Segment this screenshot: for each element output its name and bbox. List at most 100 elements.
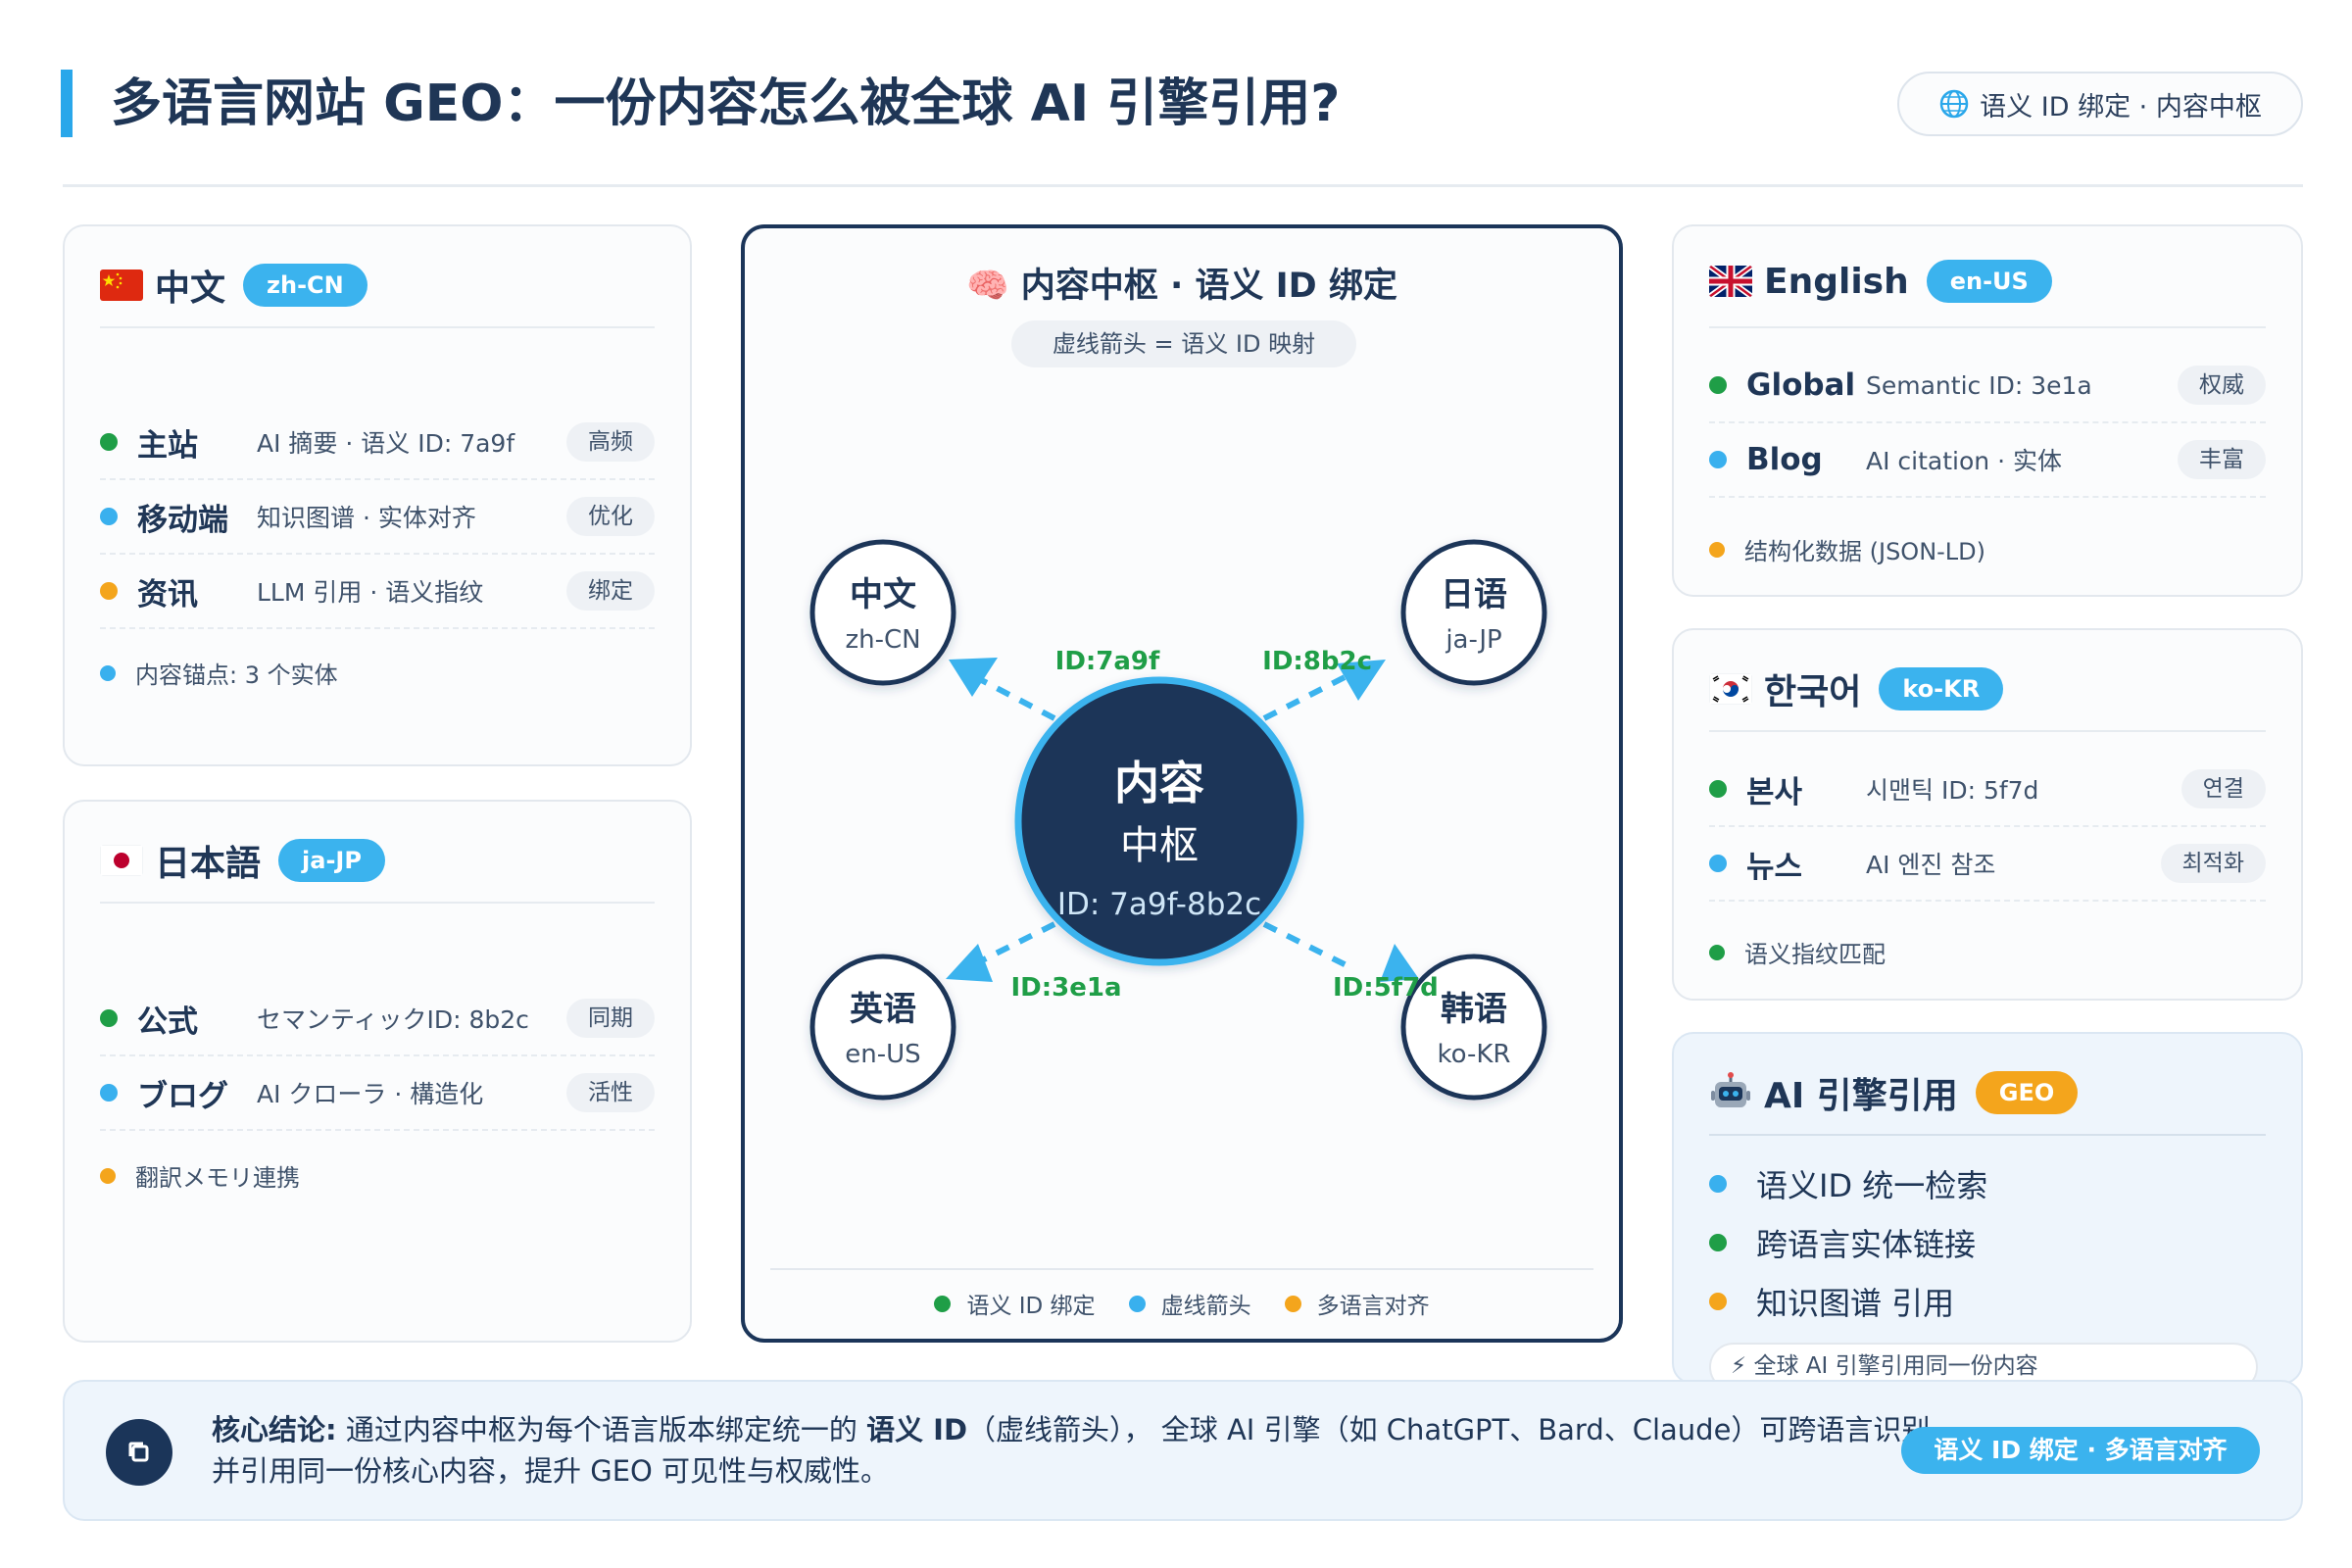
status-dot bbox=[100, 582, 118, 600]
row-description: AI 엔진 참조 bbox=[1866, 851, 1996, 879]
card-ko-kr: 한국어 ko-KR 본사 시맨틱 ID: 5f7d 연결 뉴스 AI 엔진 참조… bbox=[1672, 628, 2303, 1001]
robot-icon bbox=[1711, 1072, 1750, 1107]
japan-flag-icon bbox=[100, 845, 143, 876]
list-item: 公式 セマンティックID: 8b2c 同期 bbox=[100, 982, 655, 1056]
note-text: 语义指纹匹配 bbox=[1744, 941, 1886, 968]
node-en-name: 英语 bbox=[850, 990, 916, 1029]
card-ko-kr-header: 한국어 ko-KR bbox=[1709, 663, 2004, 714]
conclusion-banner: 核心结论: 通过内容中枢为每个语言版本绑定统一的 语义 ID（虚线箭头）， 全球… bbox=[63, 1380, 2303, 1521]
row-badge: 高频 bbox=[566, 422, 655, 462]
legend-label: 语义 ID 绑定 bbox=[966, 1294, 1096, 1319]
list-item: ブログ AI クローラ · 構造化 活性 bbox=[100, 1056, 655, 1131]
card-note: 语义指纹匹配 bbox=[1709, 935, 1886, 969]
hub-divider bbox=[770, 1268, 1593, 1270]
edge-label-ko: ID:5f7d bbox=[1333, 973, 1439, 1003]
header-divider bbox=[63, 184, 2303, 187]
card-title: AI 引擎引用 bbox=[1764, 1076, 1958, 1116]
card-title: 中文 bbox=[155, 269, 226, 309]
row-description: AI 摘要 · 语义 ID: 7a9f bbox=[257, 429, 515, 458]
status-dot bbox=[1709, 1234, 1727, 1251]
legend-item: 语义 ID 绑定 bbox=[934, 1287, 1096, 1320]
row-name: 公式 bbox=[137, 1004, 198, 1040]
card-zh-cn-header: 中文 zh-CN bbox=[100, 260, 368, 311]
node-ja-code: ja-JP bbox=[1445, 625, 1501, 655]
row-name: 移动端 bbox=[137, 502, 228, 538]
hub-legend: 语义 ID 绑定 虚线箭头 多语言对齐 bbox=[745, 1287, 1619, 1320]
arrowhead-en bbox=[946, 944, 993, 982]
list-item: 资讯 LLM 引用 · 语义指纹 绑定 bbox=[100, 555, 655, 629]
header-badge-label: 语义 ID 绑定 · 内容中枢 bbox=[1980, 91, 2262, 122]
mapping-line-ja bbox=[1262, 671, 1352, 721]
list-item: 본사 시맨틱 ID: 5f7d 연결 bbox=[1709, 753, 2266, 827]
row-badge: 权威 bbox=[2178, 366, 2266, 405]
legend-dot bbox=[1128, 1295, 1146, 1312]
node-ko-code: ko-KR bbox=[1437, 1040, 1510, 1069]
node-zh-code: zh-CN bbox=[845, 625, 920, 655]
mapping-line-en bbox=[970, 921, 1056, 968]
list-item: 知识图谱 引用 bbox=[1709, 1279, 1954, 1324]
card-en-us: English en-US Global Semantic ID: 3e1a 权… bbox=[1672, 224, 2303, 597]
ai-item-label: 知识图谱 引用 bbox=[1756, 1285, 1955, 1322]
row-name: 본사 bbox=[1746, 774, 1803, 810]
row-badge: 丰富 bbox=[2178, 440, 2266, 479]
note-text: 内容锚点: 3 个实体 bbox=[135, 662, 338, 689]
card-divider bbox=[1709, 326, 2266, 328]
status-dot bbox=[1709, 376, 1727, 394]
ai-item-label: 语义ID 统一检索 bbox=[1756, 1167, 1988, 1204]
status-dot bbox=[1709, 1175, 1727, 1193]
row-badge: 연결 bbox=[2180, 769, 2266, 808]
row-description: 知识图谱 · 实体对齐 bbox=[257, 504, 476, 532]
status-dot bbox=[1709, 780, 1727, 798]
card-divider bbox=[100, 326, 655, 328]
card-ja-jp-header: 日本語 ja-JP bbox=[100, 835, 385, 886]
legend-item: 多语言对齐 bbox=[1284, 1287, 1430, 1320]
ai-item-label: 跨语言实体链接 bbox=[1756, 1226, 1977, 1263]
status-dot bbox=[100, 433, 118, 451]
conclusion-label: 核心结论: bbox=[212, 1413, 337, 1446]
row-badge: 优化 bbox=[566, 497, 655, 536]
card-divider bbox=[1709, 730, 2266, 732]
row-description: LLM 引用 · 语义指纹 bbox=[257, 578, 484, 607]
note-dot bbox=[100, 664, 116, 681]
geo-tag: GEO bbox=[1975, 1071, 2079, 1114]
status-dot bbox=[100, 1009, 118, 1027]
uk-flag-icon bbox=[1709, 266, 1752, 297]
status-dot bbox=[1709, 855, 1727, 872]
legend-dot bbox=[1284, 1295, 1301, 1312]
card-title: English bbox=[1764, 261, 1909, 302]
card-ja-jp: 日本語 ja-JP 公式 セマンティックID: 8b2c 同期 ブログ AI ク… bbox=[63, 800, 692, 1343]
hub-core-subtitle: 中枢 bbox=[1120, 823, 1199, 868]
page-title: 多语言网站 GEO：一份内容怎么被全球 AI 引擎引用? bbox=[111, 74, 1341, 133]
card-en-us-header: English en-US bbox=[1709, 260, 2052, 303]
edge-label-en: ID:3e1a bbox=[1010, 973, 1121, 1003]
status-dot bbox=[1709, 451, 1727, 468]
hub-diagram: 内容 中枢 ID: 7a9f-8b2c 中文 zh-CN 日语 ja-JP 英语… bbox=[809, 539, 1547, 1101]
locale-tag: zh-CN bbox=[243, 264, 368, 307]
row-description: AI クローラ · 構造化 bbox=[257, 1080, 484, 1108]
mapping-line-ko bbox=[1262, 921, 1348, 968]
card-zh-cn: 中文 zh-CN 主站 AI 摘要 · 语义 ID: 7a9f 高频 移动端 知… bbox=[63, 224, 692, 766]
note-dot bbox=[1709, 944, 1725, 960]
conclusion-badge: 语义 ID 绑定 · 多语言对齐 bbox=[1901, 1427, 2260, 1474]
edge-label-zh: ID:7a9f bbox=[1055, 647, 1160, 676]
list-item: Blog AI citation · 实体 丰富 bbox=[1709, 423, 2266, 498]
locale-tag: en-US bbox=[1926, 260, 2052, 303]
row-name: 资讯 bbox=[137, 576, 198, 612]
conclusion-text-a: 通过内容中枢为每个语言版本绑定统一的 bbox=[345, 1413, 858, 1446]
row-badge: 活性 bbox=[566, 1073, 655, 1112]
note-dot bbox=[100, 1167, 116, 1184]
list-item: 主站 AI 摘要 · 语义 ID: 7a9f 高频 bbox=[100, 406, 655, 480]
status-dot bbox=[1709, 1293, 1727, 1310]
header-badge: 语义 ID 绑定 · 内容中枢 bbox=[1897, 72, 2303, 136]
card-divider bbox=[100, 902, 655, 904]
hub-core-title: 内容 bbox=[1114, 757, 1204, 809]
legend-dot bbox=[934, 1295, 952, 1312]
card-ai-engine: AI 引擎引用 GEO 语义ID 统一检索 跨语言实体链接 知识图谱 引用 ⚡ … bbox=[1672, 1032, 2303, 1392]
locale-tag: ja-JP bbox=[278, 839, 385, 882]
list-item: 移动端 知识图谱 · 实体对齐 优化 bbox=[100, 480, 655, 555]
list-item: Global Semantic ID: 3e1a 权威 bbox=[1709, 349, 2266, 423]
card-title: 日本語 bbox=[155, 844, 262, 884]
hub-core-id: ID: 7a9f-8b2c bbox=[1057, 887, 1261, 922]
globe-icon bbox=[1939, 89, 1969, 119]
list-item: 语义ID 统一检索 bbox=[1709, 1161, 1987, 1206]
